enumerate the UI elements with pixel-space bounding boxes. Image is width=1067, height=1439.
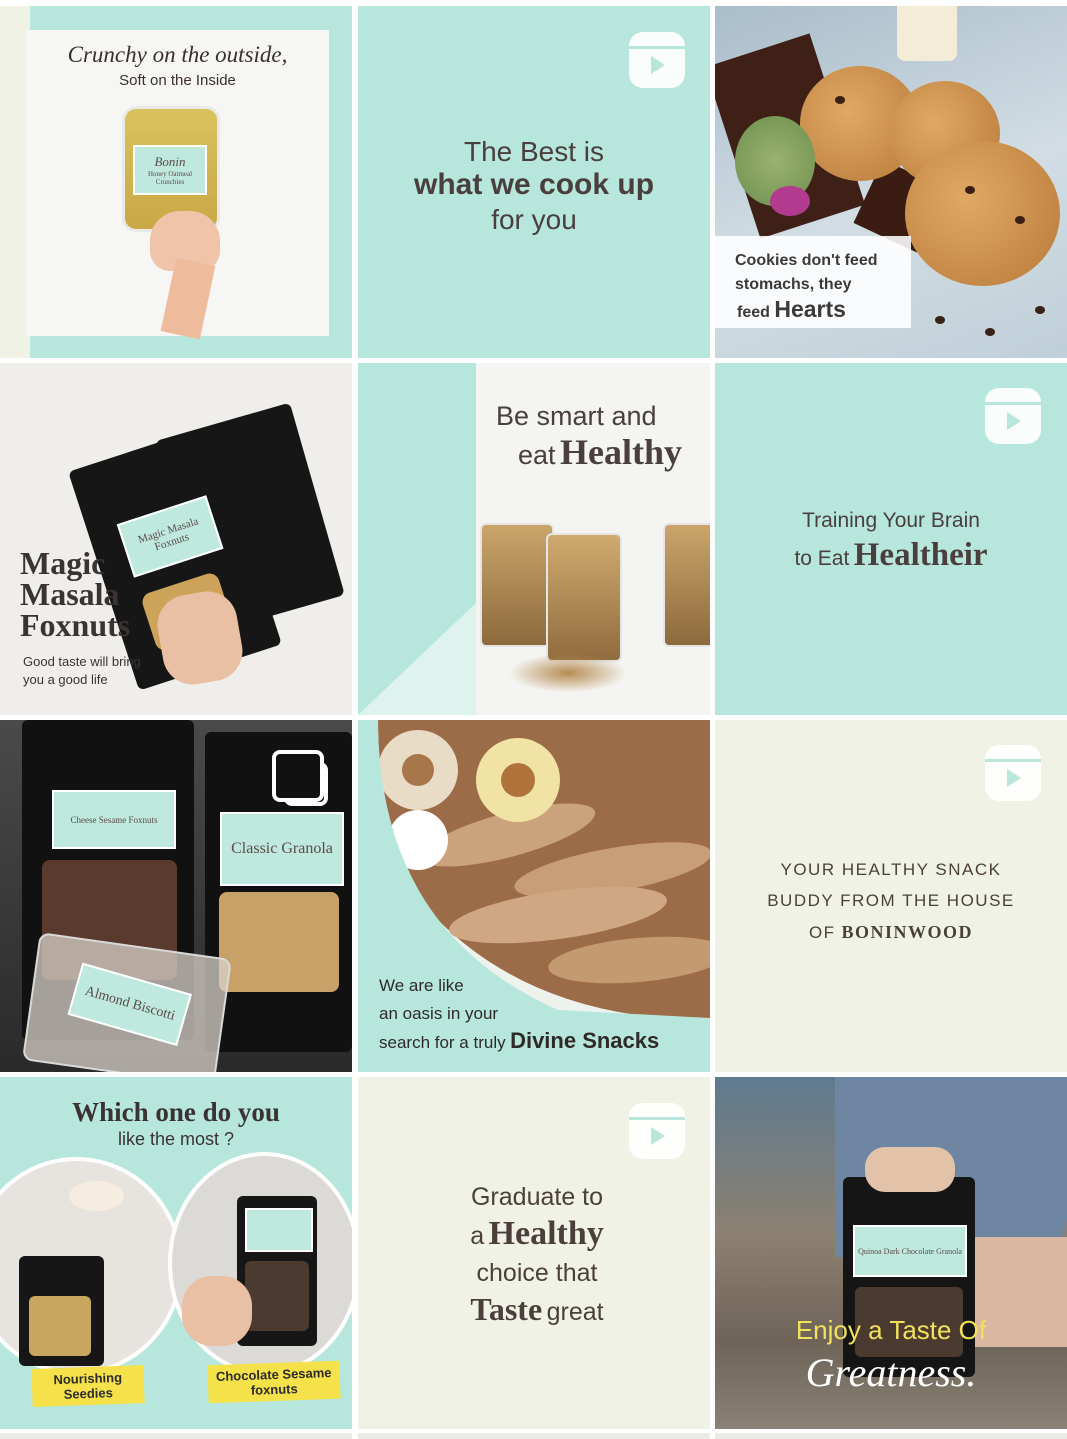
tub-label: Almond Biscotti [67,962,192,1046]
hand-image [182,1276,252,1346]
jar-label: Honey Oatmeal Crunchies [147,170,193,186]
headline-line1: The Best is [463,136,605,167]
caption-line2: stomachs, they [735,276,852,293]
headline-line3: for you [491,204,577,235]
caption-line3: feed Hearts [737,296,846,322]
product-circle-right [168,1152,352,1375]
heading: Which one do you [72,1097,280,1127]
chip [965,186,975,194]
post-tile-9[interactable]: YOUR HEALTHY SNACK BUDDY FROM THE HOUSE … [715,720,1067,1072]
cookie-image [905,141,1060,286]
carousel-icon [272,750,328,806]
product-tag-left: Nourishing Seedies [31,1365,145,1407]
chip [935,316,945,324]
caption-line3: search for a truly Divine Snacks [379,1028,660,1053]
post-tile-2[interactable]: The Best is what we cook up for you [358,6,710,358]
headline-line3: choice that [476,1259,598,1287]
post-tile-7[interactable]: Cheese Sesame Foxnuts Classic Granola Al… [0,720,352,1072]
chip [1035,306,1045,314]
milk-glass-image [897,6,957,61]
reel-icon [629,1103,685,1159]
post-tile-6[interactable]: Training Your Brain to Eat Healtheir [715,363,1067,715]
seeds-window [29,1296,91,1356]
subheadline: Soft on the Inside [119,72,236,89]
headline-line2: Greatness. [805,1350,977,1395]
product-tag-right: Chocolate Sesame foxnuts [207,1360,341,1404]
caption-line2: an oasis in your [379,1004,499,1023]
headline-line1: Graduate to [470,1183,604,1211]
granola-jar-image [546,533,622,662]
post-tile-12[interactable]: Quinoa Dark Chocolate Granola Enjoy a Ta… [715,1077,1067,1429]
pouch-label: Quinoa Dark Chocolate Granola [853,1225,967,1277]
chip [1015,216,1025,224]
chip [835,96,845,104]
headline: Crunchy on the outside, [67,42,288,67]
headline-line2: to Eat Healtheir [794,537,988,573]
reel-icon [985,745,1041,801]
pouch-label: Cheese Sesame Foxnuts [52,790,176,849]
caption-line1: Cookies don't feed [735,252,878,269]
heading: Magic Masala Foxnuts [20,545,131,643]
post-tile-1[interactable]: Crunchy on the outside, Soft on the Insi… [0,6,352,358]
post-tile-partial [358,1433,710,1439]
pouch-window [245,1261,309,1331]
pouch-image: Quinoa Dark Chocolate Granola [843,1177,975,1377]
bowl-image [69,1181,124,1211]
granola-jar-image [663,523,710,647]
product-circle-left [0,1157,183,1375]
headline-line1: Training Your Brain [802,509,980,532]
pouch-label: Magic Masala Foxnuts [116,495,224,578]
pouch-image [19,1256,104,1366]
headline-line1: YOUR HEALTHY SNACK [780,860,1002,879]
pouch-window [219,892,339,992]
jar-brand: Bonin [154,154,186,169]
post-tile-11[interactable]: Graduate to a Healthy choice that Taste … [358,1077,710,1429]
post-grid: Crunchy on the outside, Soft on the Insi… [0,0,1067,1439]
headline-line2: a Healthy [470,1215,604,1252]
headline-line2: what we cook up [413,168,655,201]
caption-line1: We are like [379,976,464,995]
headline-line1: Be smart and [496,401,657,431]
subheading: like the most ? [117,1129,235,1149]
post-tile-partial [0,1433,352,1439]
post-tile-8[interactable]: We are like an oasis in your search for … [358,720,710,1072]
chip [985,328,995,336]
post-tile-10[interactable]: Which one do you like the most ? Nourish… [0,1077,352,1429]
reel-icon [985,388,1041,444]
headline-line1: Enjoy a Taste Of [795,1315,987,1345]
granola-spill-image [508,653,628,693]
post-tile-5[interactable]: Be smart and eat Healthy [358,363,710,715]
headline-line3: OF BONINWOOD [808,922,974,942]
headline-line2: eat Healthy [518,432,682,472]
reel-icon [629,32,685,88]
hand-image [865,1147,955,1192]
post-tile-4[interactable]: Magic Masala Foxnuts Magic Masala Foxnut… [0,363,352,715]
subtext: Good taste will bring you a good life [23,654,141,687]
pouch-label: Classic Granola [220,812,344,886]
headline-line2: BUDDY FROM THE HOUSE [767,891,1015,910]
flower-image [770,186,810,216]
granola-jar-image [480,523,554,647]
post-tile-partial [715,1433,1067,1439]
post-tile-3[interactable]: Cookies don't feed stomachs, they feed H… [715,6,1067,358]
headline-line4: Taste great [470,1291,604,1327]
